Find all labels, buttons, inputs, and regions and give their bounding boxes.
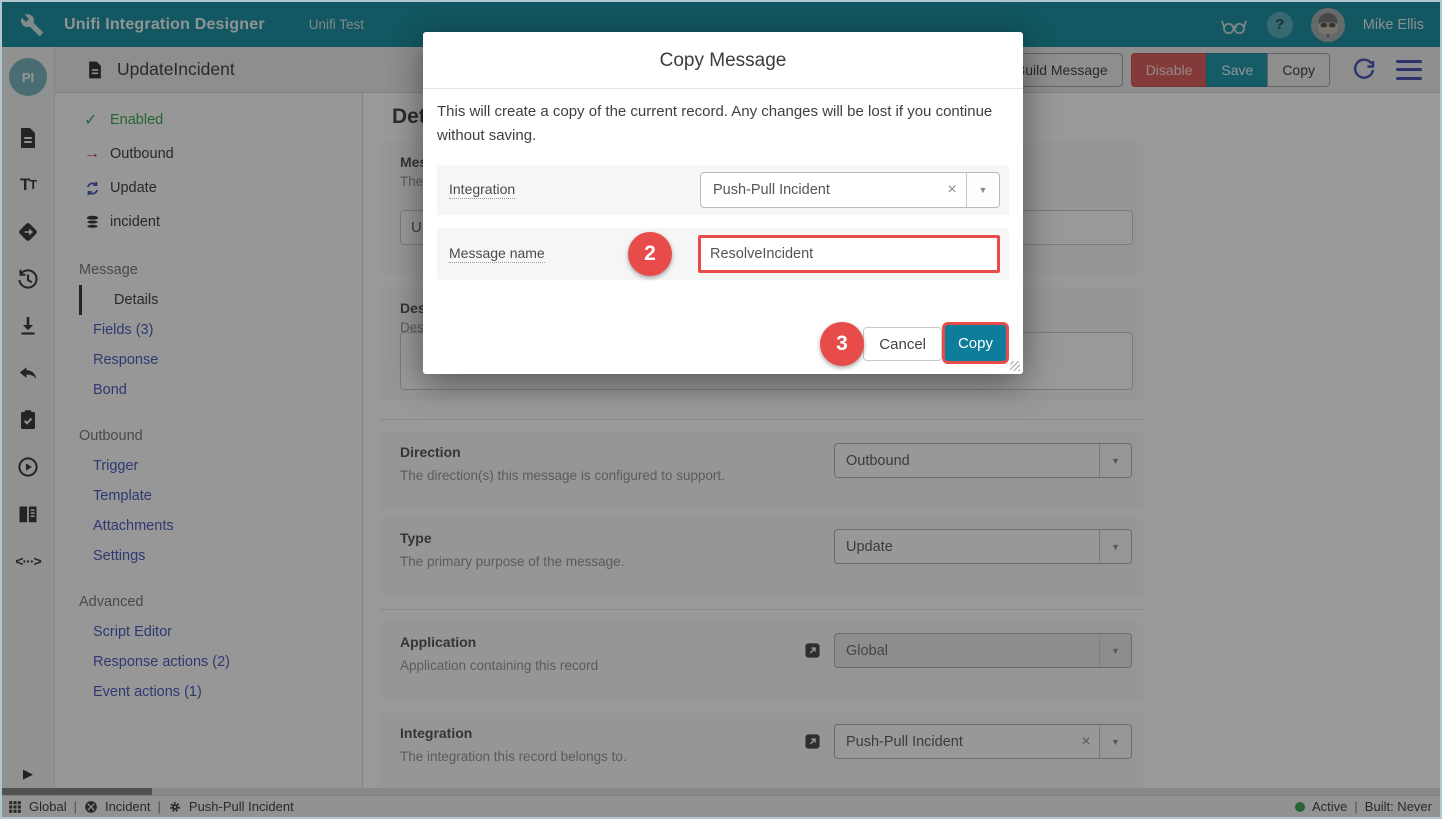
- dialog-field-integration: Integration Push-Pull Incident × ▼: [437, 165, 1009, 215]
- dialog-body-text: This will create a copy of the current r…: [437, 100, 1009, 148]
- annotation-step-3: 3: [820, 322, 864, 366]
- clear-icon[interactable]: ×: [938, 181, 966, 199]
- app-window: Unifi Integration Designer Unifi Test ?: [0, 0, 1442, 819]
- resize-grip[interactable]: [1010, 361, 1020, 371]
- dialog-title: Copy Message: [423, 32, 1023, 89]
- chevron-down-icon[interactable]: ▼: [966, 173, 999, 207]
- dialog-cancel-button[interactable]: Cancel: [863, 327, 942, 361]
- dialog-integration-select[interactable]: Push-Pull Incident × ▼: [700, 172, 1000, 208]
- dialog-copy-button[interactable]: Copy: [945, 325, 1006, 361]
- annotation-step-2: 2: [628, 232, 672, 276]
- dialog-field-message-name: Message name: [437, 228, 1009, 280]
- dialog-message-name-input[interactable]: [698, 235, 1000, 273]
- message-name-label: Message name: [449, 245, 545, 263]
- integration-label: Integration: [449, 181, 515, 199]
- copy-message-dialog: Copy Message This will create a copy of …: [423, 32, 1023, 374]
